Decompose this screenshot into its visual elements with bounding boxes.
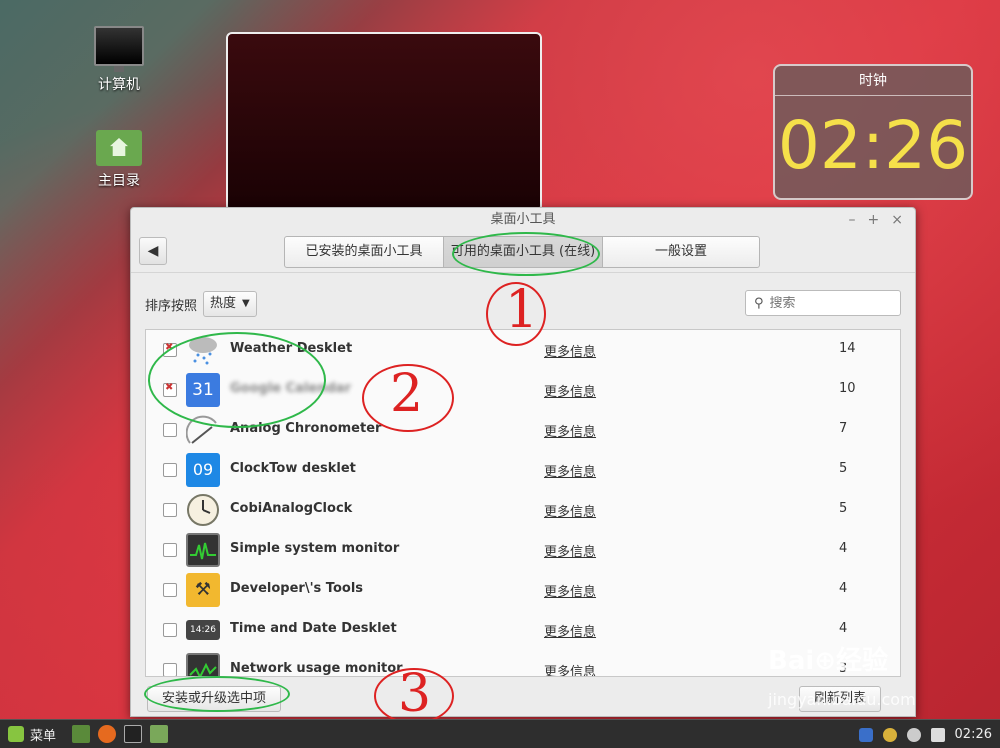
search-input[interactable] [769,295,880,311]
gauge-icon [185,413,220,447]
terminal-icon[interactable] [124,725,143,743]
more-info-link[interactable]: 更多信息 [544,541,596,560]
desktop-icon-label: 主目录 [98,173,140,189]
item-name: ClockTow desklet [230,461,356,476]
bottom-panel: 菜单 02:26 [0,719,1000,748]
network-monitor-icon [186,653,220,676]
analog-clock-icon [186,493,220,527]
item-name: Analog Chronometer [230,421,382,436]
network-icon[interactable] [930,727,945,742]
list-item[interactable]: ⚒ Developer\'s Tools 更多信息 4 [146,570,900,610]
show-desktop-icon[interactable] [72,725,91,743]
item-checkbox[interactable] [163,583,177,597]
item-name: CobiAnalogClock [230,501,353,516]
sort-dropdown[interactable]: 热度 ▼ [203,291,257,317]
clock-title: 时钟 [775,66,971,96]
install-upgrade-button[interactable]: 安装或升级选中项 [147,686,282,712]
sort-bar: 排序按照 热度 ▼ [145,291,257,317]
user-icon[interactable] [906,727,921,742]
more-info-link[interactable]: 更多信息 [544,621,596,640]
item-checkbox[interactable] [163,623,177,637]
files-icon[interactable] [150,725,169,743]
update-icon[interactable] [882,727,897,742]
chevron-down-icon: ▼ [242,298,250,309]
calendar-icon: 31 [186,373,220,407]
sort-label: 排序按照 [145,298,198,314]
toolbar: ◀ 已安装的桌面小工具 可用的桌面小工具 (在线) 一般设置 [131,232,915,272]
desktop-icon-label: 计算机 [98,77,140,93]
firefox-icon[interactable] [98,725,117,743]
computer-icon [94,26,144,72]
weather-cloud-icon [186,333,220,367]
item-score: 4 [839,621,848,636]
window-title: 桌面小工具 [490,212,556,227]
item-score: 4 [839,541,848,556]
item-name: Weather Desklet [230,341,353,356]
item-name: Developer\'s Tools [230,581,364,596]
clock-time: 02:26 [777,107,969,184]
construction-icon: ⚒ [186,573,220,607]
item-checkbox[interactable] [163,342,177,357]
system-tray: 02:26 [858,720,992,748]
item-score: 7 [839,421,848,436]
item-name: Google Calendar [230,381,351,396]
desklet-list: Weather Desklet 更多信息 14 31 Google Calend… [145,329,901,677]
sort-value: 热度 [210,296,237,311]
desktop-icon-computer[interactable]: 计算机 [84,26,154,94]
close-button[interactable]: × [891,208,903,232]
more-info-link[interactable]: 更多信息 [544,581,596,600]
item-score: 5 [839,501,848,516]
item-checkbox[interactable] [163,382,177,397]
baidu-watermark-url: jingyan.baidu.com [768,690,916,709]
search-icon: ⚲ [754,295,764,311]
item-checkbox[interactable] [163,423,177,437]
tab-bar: 已安装的桌面小工具 可用的桌面小工具 (在线) 一般设置 [284,236,760,268]
item-name: Time and Date Desklet [230,621,397,636]
desktop-icon-home[interactable]: 主目录 [84,130,154,190]
minimize-button[interactable]: – [849,208,856,232]
panel-clock[interactable]: 02:26 [955,727,992,742]
more-info-link[interactable]: 更多信息 [544,341,596,360]
photo-desklet[interactable] [226,32,542,212]
list-item[interactable]: Weather Desklet 更多信息 14 [146,330,900,370]
baidu-watermark: Bai⊕经验 [768,646,889,676]
more-info-link[interactable]: 更多信息 [544,421,596,440]
time-date-icon: 14:26 [186,620,220,640]
item-checkbox[interactable] [163,663,177,676]
back-button[interactable]: ◀ [139,237,167,265]
home-folder-icon [96,130,142,166]
item-score: 14 [839,341,856,356]
item-name: Network usage monitor [230,661,403,676]
item-checkbox[interactable] [163,463,177,477]
menu-label: 菜单 [30,728,57,744]
item-name: Simple system monitor [230,541,400,556]
list-item[interactable]: 09 ClockTow desklet 更多信息 5 [146,450,900,490]
clocktow-icon: 09 [186,453,220,487]
shield-icon[interactable] [858,727,873,742]
tab-general-settings[interactable]: 一般设置 [602,236,760,268]
item-score: 5 [839,461,848,476]
item-checkbox[interactable] [163,543,177,557]
system-monitor-icon [186,533,220,567]
item-score: 4 [839,581,848,596]
clock-desklet[interactable]: 时钟 02:26 [773,64,973,200]
list-item[interactable]: 31 Google Calendar 更多信息 10 [146,370,900,410]
more-info-link[interactable]: 更多信息 [544,661,596,676]
tab-installed[interactable]: 已安装的桌面小工具 [284,236,444,268]
more-info-link[interactable]: 更多信息 [544,381,596,400]
mint-logo-icon [8,726,24,742]
more-info-link[interactable]: 更多信息 [544,461,596,480]
titlebar[interactable]: 桌面小工具 – + × [131,208,915,232]
item-checkbox[interactable] [163,503,177,517]
list-item[interactable]: CobiAnalogClock 更多信息 5 [146,490,900,530]
search-box[interactable]: ⚲ [745,290,901,316]
menu-button[interactable]: 菜单 [0,725,64,744]
tab-available-online[interactable]: 可用的桌面小工具 (在线) [443,236,603,268]
maximize-button[interactable]: + [868,208,880,232]
back-arrow-icon: ◀ [147,243,159,259]
list-item[interactable]: Simple system monitor 更多信息 4 [146,530,900,570]
item-score: 10 [839,381,856,396]
more-info-link[interactable]: 更多信息 [544,501,596,520]
list-item[interactable]: Analog Chronometer 更多信息 7 [146,410,900,450]
